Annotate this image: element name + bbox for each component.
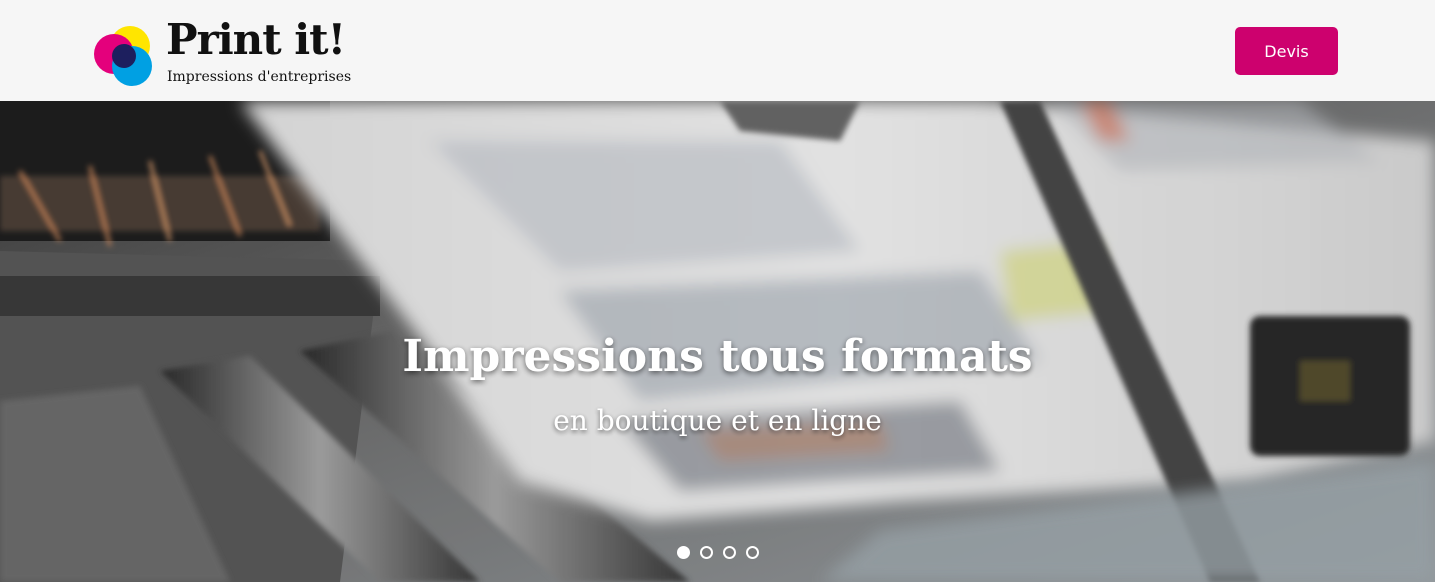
devis-button[interactable]: Devis <box>1235 27 1338 75</box>
hero-title: Impressions tous formats <box>402 331 1033 382</box>
carousel-dot-4[interactable] <box>745 546 759 559</box>
logo-tagline: Impressions d'entreprises <box>167 69 352 85</box>
carousel-dot-2[interactable] <box>699 546 713 559</box>
logo-title: Print it! <box>166 15 346 64</box>
carousel-dot-1[interactable] <box>676 546 690 559</box>
carousel-dot-3[interactable] <box>722 546 736 559</box>
logo-cmyk-circles-icon <box>94 26 152 86</box>
hero-subtitle: en boutique et en ligne <box>553 404 882 437</box>
carousel-dots <box>0 546 1435 562</box>
logo-link[interactable]: Print it! Impressions d'entreprises <box>92 15 362 90</box>
site-header: Print it! Impressions d'entreprises Devi… <box>0 0 1435 101</box>
hero-banner: Impressions tous formats en boutique et … <box>0 101 1435 582</box>
